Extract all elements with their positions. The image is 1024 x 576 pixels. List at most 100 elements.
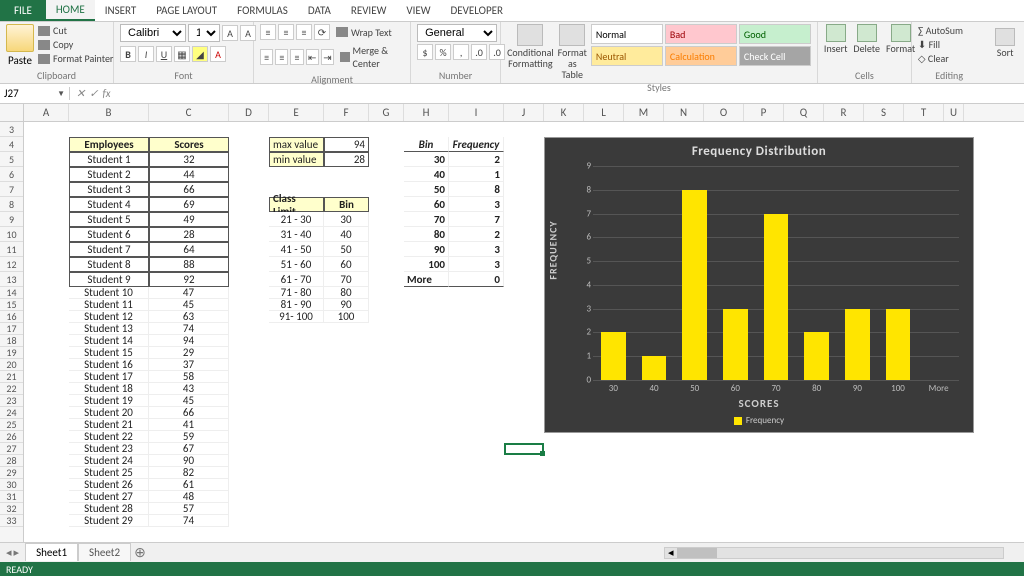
cell-I6[interactable]: 1 bbox=[449, 167, 504, 182]
dec-inc-button[interactable]: .0 bbox=[471, 44, 487, 60]
format-as-table-button[interactable]: Format as Table bbox=[558, 24, 587, 80]
cell-F4[interactable]: 94 bbox=[324, 137, 369, 152]
cell-H7[interactable]: 50 bbox=[404, 182, 449, 197]
row-header-13[interactable]: 13 bbox=[0, 272, 23, 287]
enter-formula-button[interactable]: ✓ bbox=[89, 87, 98, 100]
cell-E5[interactable]: min value bbox=[269, 152, 324, 167]
copy-button[interactable]: Copy bbox=[38, 38, 113, 51]
sheet-tab[interactable]: Sheet2 bbox=[78, 543, 131, 561]
sheet-nav-last[interactable]: ▸ bbox=[14, 546, 20, 559]
indent-inc-button[interactable]: ⇥ bbox=[321, 49, 334, 65]
cell-I11[interactable]: 3 bbox=[449, 242, 504, 257]
cell-I12[interactable]: 3 bbox=[449, 257, 504, 272]
row-header-3[interactable]: 3 bbox=[0, 122, 23, 137]
cell-I13[interactable]: 0 bbox=[449, 272, 504, 287]
underline-button[interactable]: U bbox=[156, 46, 172, 62]
cancel-formula-button[interactable]: ✕ bbox=[76, 87, 85, 100]
cell-E11[interactable]: 41 - 50 bbox=[269, 242, 324, 257]
cell-B10[interactable]: Student 6 bbox=[69, 227, 149, 242]
cell-C4[interactable]: Scores bbox=[149, 137, 229, 152]
paste-button[interactable]: Paste bbox=[6, 24, 34, 67]
frequency-chart[interactable]: Frequency Distribution FREQUENCY 0123456… bbox=[544, 137, 974, 433]
indent-dec-button[interactable]: ⇤ bbox=[306, 49, 319, 65]
row-header-33[interactable]: 33 bbox=[0, 515, 23, 527]
cell-F8[interactable]: Bin bbox=[324, 197, 369, 212]
cell-E12[interactable]: 51 - 60 bbox=[269, 257, 324, 272]
col-header-H[interactable]: H bbox=[404, 104, 449, 121]
cell-styles-gallery[interactable]: NormalBadGoodNeutralCalculationCheck Cel… bbox=[591, 24, 811, 66]
cell-F10[interactable]: 40 bbox=[324, 227, 369, 242]
cell-E8[interactable]: Class Limit bbox=[269, 197, 324, 212]
col-header-Q[interactable]: Q bbox=[784, 104, 824, 121]
col-header-A[interactable]: A bbox=[24, 104, 69, 121]
cell-H4[interactable]: Bin bbox=[404, 137, 449, 152]
menu-tab-home[interactable]: HOME bbox=[46, 0, 95, 21]
cell-B33[interactable]: Student 29 bbox=[69, 515, 149, 527]
cell-style-normal[interactable]: Normal bbox=[591, 24, 663, 44]
cell-E10[interactable]: 31 - 40 bbox=[269, 227, 324, 242]
menu-tab-developer[interactable]: DEVELOPER bbox=[441, 0, 513, 21]
cell-H13[interactable]: More bbox=[404, 272, 449, 287]
row-header-10[interactable]: 10 bbox=[0, 227, 23, 242]
add-sheet-button[interactable]: ⊕ bbox=[131, 546, 149, 560]
cell-B11[interactable]: Student 7 bbox=[69, 242, 149, 257]
column-headers[interactable]: ABCDEFGHIJKLMNOPQRSTU bbox=[0, 104, 1024, 122]
col-header-E[interactable]: E bbox=[269, 104, 324, 121]
cell-I4[interactable]: Frequency bbox=[449, 137, 504, 152]
cell-style-bad[interactable]: Bad bbox=[665, 24, 737, 44]
sheet-tab-active[interactable]: Sheet1 bbox=[25, 543, 78, 561]
row-headers[interactable]: 3456789101112131415161718192021222324252… bbox=[0, 122, 24, 551]
cell-C33[interactable]: 74 bbox=[149, 515, 229, 527]
fill-button[interactable]: ⬇ Fill bbox=[918, 38, 940, 51]
cell-F12[interactable]: 60 bbox=[324, 257, 369, 272]
sort-filter-button[interactable]: Sort bbox=[992, 28, 1018, 58]
cell-I7[interactable]: 8 bbox=[449, 182, 504, 197]
comma-button[interactable]: , bbox=[453, 44, 469, 60]
orientation-button[interactable]: ⟳ bbox=[314, 24, 330, 40]
cell-B6[interactable]: Student 2 bbox=[69, 167, 149, 182]
menu-tab-file[interactable]: FILE bbox=[0, 0, 46, 21]
col-header-O[interactable]: O bbox=[704, 104, 744, 121]
merge-center-button[interactable]: Merge & Center bbox=[340, 44, 404, 70]
align-right-button[interactable]: ≡ bbox=[290, 49, 303, 65]
cell-F11[interactable]: 50 bbox=[324, 242, 369, 257]
cell-C5[interactable]: 32 bbox=[149, 152, 229, 167]
font-size-select[interactable]: 11 bbox=[188, 24, 220, 42]
wrap-text-button[interactable]: Wrap Text bbox=[336, 26, 392, 39]
percent-button[interactable]: % bbox=[435, 44, 451, 60]
col-header-N[interactable]: N bbox=[664, 104, 704, 121]
cell-H12[interactable]: 100 bbox=[404, 257, 449, 272]
fill-color-button[interactable]: ◢ bbox=[192, 46, 208, 62]
cell-B5[interactable]: Student 1 bbox=[69, 152, 149, 167]
menu-tab-view[interactable]: VIEW bbox=[396, 0, 440, 21]
cell-I9[interactable]: 7 bbox=[449, 212, 504, 227]
col-header-M[interactable]: M bbox=[624, 104, 664, 121]
align-center-button[interactable]: ≡ bbox=[275, 49, 288, 65]
align-mid-button[interactable]: ≡ bbox=[278, 24, 294, 40]
col-header-D[interactable]: D bbox=[229, 104, 269, 121]
row-header-7[interactable]: 7 bbox=[0, 182, 23, 197]
cell-C9[interactable]: 49 bbox=[149, 212, 229, 227]
cells-canvas[interactable]: EmployeesScoresStudent 132Student 244Stu… bbox=[24, 122, 1024, 551]
row-header-12[interactable]: 12 bbox=[0, 257, 23, 272]
cell-F5[interactable]: 28 bbox=[324, 152, 369, 167]
row-header-9[interactable]: 9 bbox=[0, 212, 23, 227]
cell-C12[interactable]: 88 bbox=[149, 257, 229, 272]
cell-H8[interactable]: 60 bbox=[404, 197, 449, 212]
insert-cells-button[interactable]: Insert bbox=[824, 24, 848, 55]
cell-C13[interactable]: 92 bbox=[149, 272, 229, 287]
col-header-C[interactable]: C bbox=[149, 104, 229, 121]
col-header-R[interactable]: R bbox=[824, 104, 864, 121]
cell-I5[interactable]: 2 bbox=[449, 152, 504, 167]
cut-button[interactable]: Cut bbox=[38, 24, 113, 37]
align-left-button[interactable]: ≡ bbox=[260, 49, 273, 65]
col-header-B[interactable]: B bbox=[69, 104, 149, 121]
row-header-4[interactable]: 4 bbox=[0, 137, 23, 152]
clear-button[interactable]: ◇ Clear bbox=[918, 52, 949, 65]
cell-B12[interactable]: Student 8 bbox=[69, 257, 149, 272]
cell-I8[interactable]: 3 bbox=[449, 197, 504, 212]
cell-F13[interactable]: 70 bbox=[324, 272, 369, 287]
cell-E16[interactable]: 91- 100 bbox=[269, 311, 324, 323]
col-header-F[interactable]: F bbox=[324, 104, 369, 121]
delete-cells-button[interactable]: Delete bbox=[853, 24, 880, 55]
